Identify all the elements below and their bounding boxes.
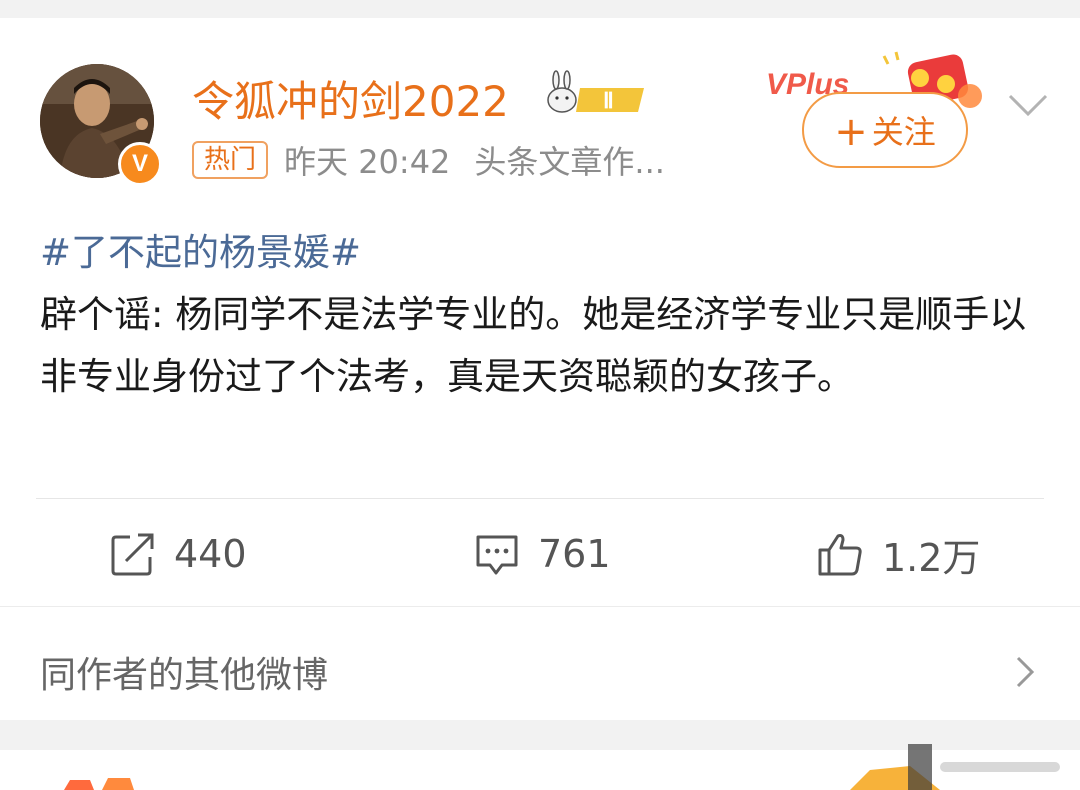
section-divider [0, 606, 1080, 607]
post-meta: 热门 昨天 20:42 头条文章作... [192, 138, 665, 182]
follow-label: 关注 [871, 113, 936, 151]
comment-count: 761 [538, 532, 611, 576]
chevron-right-icon[interactable] [1014, 654, 1036, 690]
repost-count: 440 [174, 532, 247, 576]
verified-badge: V [118, 142, 162, 186]
follow-plus-icon: + [834, 109, 868, 155]
user-level-badge: Ⅱ [547, 70, 644, 113]
comment-button[interactable]: 761 [474, 524, 611, 584]
other-posts-link[interactable]: 同作者的其他微博 [40, 646, 328, 698]
thumbs-up-icon [818, 534, 862, 576]
next-post-badge-icon [850, 744, 1060, 790]
repost-button[interactable]: 440 [110, 524, 247, 584]
repost-icon [111, 533, 154, 576]
divider [36, 498, 1044, 499]
post-card: V 令狐冲的剑2022 Ⅱ 热门 昨天 20:42 头条文章作... VPlus… [0, 18, 1080, 720]
hashtag-link[interactable]: #了不起的杨景媛# [40, 222, 1050, 284]
hot-tag: 热门 [192, 141, 269, 179]
like-button[interactable]: 1.2万 [816, 524, 980, 584]
post-content: #了不起的杨景媛# 辟个谣: 杨同学不是法学专业的。她是经济学专业只是顺手以非专… [40, 222, 1050, 408]
like-count: 1.2万 [882, 535, 981, 580]
next-post-decoration-icon [64, 778, 134, 790]
chevron-down-icon[interactable] [1006, 90, 1050, 120]
post-time: 昨天 20:42 [284, 143, 451, 181]
level-numeral: Ⅱ [603, 88, 614, 113]
post-body: 辟个谣: 杨同学不是法学专业的。她是经济学专业只是顺手以非专业身份过了个法考，真… [40, 293, 1027, 398]
author-name[interactable]: 令狐冲的剑2022 [192, 68, 509, 129]
follow-button[interactable]: + 关注 [802, 92, 968, 168]
post-source[interactable]: 头条文章作... [474, 137, 665, 183]
comment-icon [476, 535, 518, 575]
